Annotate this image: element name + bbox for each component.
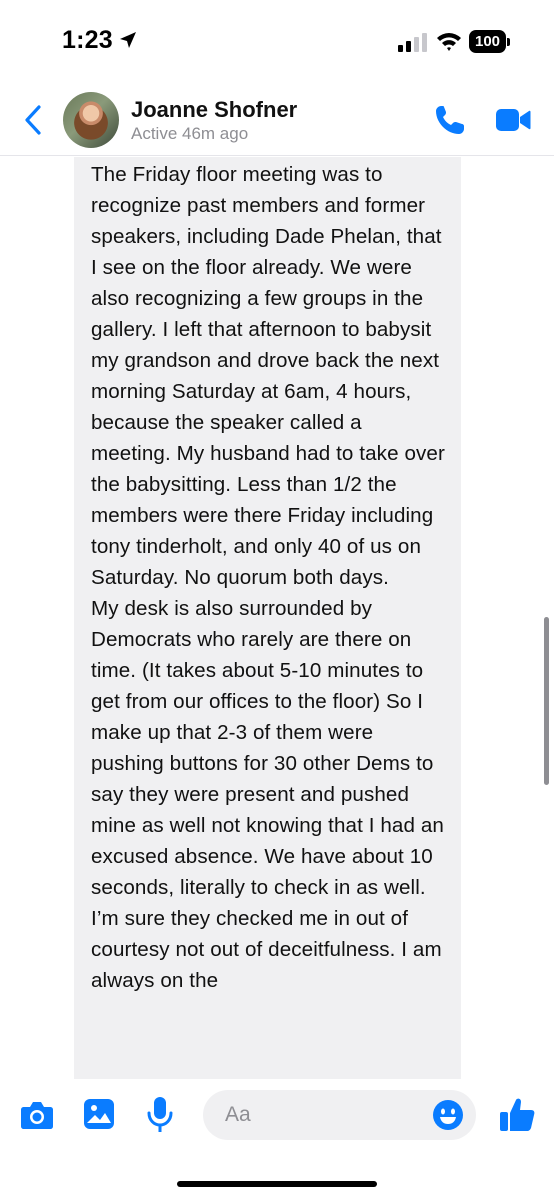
photo-gallery-icon[interactable] — [83, 1098, 115, 1130]
home-indicator[interactable] — [177, 1181, 377, 1187]
microphone-icon[interactable] — [147, 1096, 173, 1134]
location-arrow-icon — [120, 32, 136, 48]
message-bubble[interactable]: The Friday floor meeting was to recogniz… — [74, 157, 461, 1079]
status-time: 1:23 — [62, 26, 113, 54]
wifi-icon — [437, 33, 461, 51]
message-text: The Friday floor meeting was to recogniz… — [91, 163, 445, 992]
phone-icon[interactable] — [432, 102, 468, 138]
thumbs-up-icon[interactable] — [498, 1096, 536, 1134]
emoji-icon[interactable] — [432, 1099, 464, 1131]
scrollbar[interactable] — [544, 617, 549, 785]
message-composer: Aa — [0, 1079, 554, 1200]
video-camera-icon[interactable] — [495, 106, 531, 134]
battery-cap — [507, 38, 510, 46]
cellular-signal-icon — [398, 33, 427, 52]
conversation-header: Joanne Shofner Active 46m ago — [0, 84, 554, 156]
battery-level: 100 — [469, 30, 506, 53]
message-input-placeholder: Aa — [225, 1103, 251, 1126]
battery-icon: 100 — [469, 30, 511, 53]
camera-icon[interactable] — [20, 1100, 54, 1130]
status-bar: 1:23 100 — [0, 0, 554, 84]
back-chevron-icon[interactable] — [22, 104, 44, 136]
contact-name[interactable]: Joanne Shofner — [131, 97, 297, 123]
contact-active-status: Active 46m ago — [131, 124, 249, 143]
contact-avatar[interactable] — [63, 92, 119, 148]
message-list[interactable]: The Friday floor meeting was to recogniz… — [0, 157, 554, 1079]
